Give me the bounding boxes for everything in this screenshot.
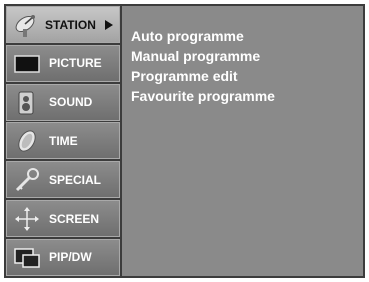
tv-screen-icon [13,51,41,77]
menu-item-picture[interactable]: PICTURE [6,44,120,82]
speaker-icon [13,90,41,116]
menu-item-time[interactable]: TIME [6,122,120,160]
menu-item-pip-dw[interactable]: PIP/DW [6,238,120,276]
clock-icon [13,128,41,154]
satellite-dish-icon [13,12,41,38]
menu-item-screen[interactable]: SCREEN [6,200,120,238]
key-icon [13,167,41,193]
menu-item-special[interactable]: SPECIAL [6,161,120,199]
menu-label-special: SPECIAL [49,172,102,187]
menu-label-station: STATION [45,17,96,32]
tv-osd-menu: STATION PICTURE SOUND TIME SPECIAL SCREE… [4,4,365,278]
arrow-right-icon [105,20,113,30]
menu-item-station[interactable]: STATION [6,6,120,43]
menu-label-time: TIME [49,133,78,148]
submenu-item-manual-programme[interactable]: Manual programme [131,46,275,66]
menu-item-sound[interactable]: SOUND [6,83,120,121]
main-menu-sidebar: STATION PICTURE SOUND TIME SPECIAL SCREE… [6,6,120,276]
menu-label-screen: SCREEN [49,211,100,226]
submenu-panel: Auto programme Manual programme Programm… [122,6,363,276]
submenu-item-favourite-programme[interactable]: Favourite programme [131,86,275,106]
submenu-list: Auto programme Manual programme Programm… [131,26,275,106]
menu-label-picture: PICTURE [49,56,102,71]
submenu-item-auto-programme[interactable]: Auto programme [131,26,275,46]
move-arrows-icon [13,206,41,232]
menu-label-sound: SOUND [49,95,93,110]
menu-label-pip-dw: PIP/DW [49,250,92,265]
submenu-item-programme-edit[interactable]: Programme edit [131,66,275,86]
pip-icon [13,245,41,271]
